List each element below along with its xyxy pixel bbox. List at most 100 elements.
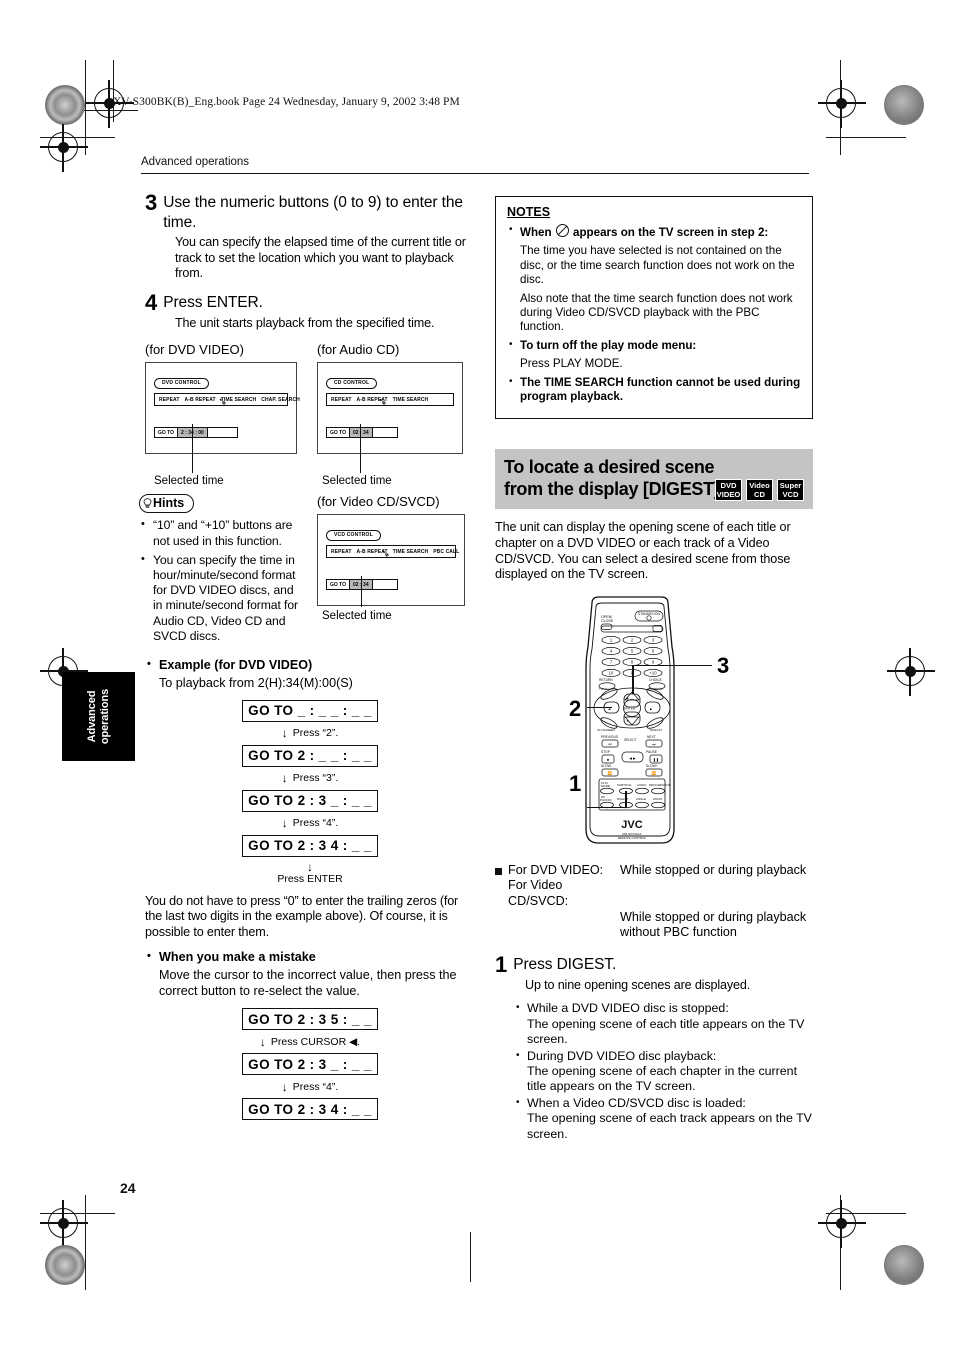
- vcd-leader-line: [361, 576, 363, 608]
- running-head: Advanced operations: [141, 156, 250, 168]
- callout-number-1: 1: [569, 770, 582, 796]
- hints-and-vcd-row: Hints “10” and “+10” buttons are not use…: [139, 494, 475, 664]
- crop-mark-bottom-center: [470, 1232, 472, 1282]
- dvd-menu-ab-repeat[interactable]: A-B REPEAT: [185, 397, 216, 403]
- notes-list: When appears on the TV screen in step 2:…: [507, 223, 801, 404]
- hints-list: “10” and “+10” buttons are not used in t…: [139, 517, 299, 644]
- cd-goto-label: GO TO: [327, 428, 351, 438]
- svg-text:MODE: MODE: [601, 784, 610, 788]
- svg-text:PAUSE: PAUSE: [646, 750, 658, 754]
- availability-desc-1: While stopped or during playback: [620, 862, 807, 877]
- note-3-lead: The TIME SEARCH function cannot be used …: [520, 375, 801, 404]
- cd-menu-repeat[interactable]: REPEAT: [331, 397, 352, 403]
- badge-dvd-line2: VIDEO: [716, 490, 741, 500]
- svg-text:■: ■: [607, 758, 609, 762]
- registration-color-blob-br: [884, 1245, 924, 1285]
- availability-row-2: For Video CD/SVCD:: [508, 878, 813, 909]
- svg-text:8: 8: [631, 659, 634, 664]
- step-4-body: The unit starts playback from the specif…: [175, 315, 435, 330]
- vcd-menu-time-search[interactable]: TIME SEARCH: [393, 549, 429, 555]
- cd-leader-line: [360, 424, 362, 474]
- example-subheading: To playback from 2(H):34(M):00(S): [159, 675, 353, 690]
- callout-line-1: [587, 806, 626, 809]
- cd-cursor-pointer-icon: ➶: [378, 396, 388, 409]
- example-action-4-row: ↓ Press ENTER: [145, 857, 475, 889]
- svg-text:◀ ▶: ◀ ▶: [629, 756, 637, 760]
- right-column: NOTES When appears on the TV screen in s…: [495, 196, 813, 1143]
- svg-text:▲: ▲: [626, 696, 629, 700]
- down-arrow-icon: ↓: [281, 771, 288, 786]
- step-1: 1 Press DIGEST.: [495, 953, 813, 975]
- cd-menu-time-search[interactable]: TIME SEARCH: [393, 397, 429, 403]
- hints-item-2: You can specify the time in hour/minute/…: [139, 552, 299, 644]
- tv-panel-dvd-screen: DVD CONTROL REPEAT A-B REPEAT TIME SEARCH C…: [145, 362, 300, 455]
- crop-mark-bottom-left-v: [85, 1195, 87, 1290]
- step-4-number: 4: [145, 289, 158, 315]
- step-4: 4 Press ENTER.: [145, 289, 475, 315]
- step-1-bullet-3: When a Video CD/SVCD disc is loaded: The…: [513, 1095, 813, 1142]
- vcd-menu-pbc-call[interactable]: PBC CALL: [433, 549, 459, 555]
- manual-page: XV-S300BK(B)_Eng.book Page 24 Wednesday,…: [0, 0, 954, 1351]
- example-action-3: Press “4”.: [292, 817, 339, 830]
- side-tab-label: Advanced operations: [85, 688, 111, 745]
- note-item-1: When appears on the TV screen in step 2:…: [507, 223, 801, 335]
- registration-color-blob-tl: [45, 85, 85, 125]
- cd-goto-row: GO TO 02 : 34: [326, 427, 398, 439]
- tv-panel-vcd-screen: VCD CONTROL REPEAT A-B REPEAT TIME SEARCH P…: [317, 514, 465, 607]
- down-arrow-icon: ↓: [281, 1079, 288, 1094]
- registration-target-bl: [40, 1200, 88, 1248]
- badge-video-cd: Video CD: [746, 479, 773, 502]
- notes-box: NOTES When appears on the TV screen in s…: [495, 196, 813, 420]
- dvd-selected-time-caption: Selected time: [154, 475, 224, 488]
- step-3-body: You can specify the elapsed time of the …: [175, 235, 466, 281]
- svg-text:+10: +10: [649, 670, 657, 675]
- mistake-body: Move the cursor to the incorrect value, …: [159, 967, 457, 998]
- dvd-goto-empty: [208, 428, 237, 437]
- svg-text:AUDIO: AUDIO: [637, 783, 647, 787]
- header-divider: [141, 173, 809, 175]
- svg-text:6: 6: [652, 648, 655, 653]
- panel-row-1: (for DVD VIDEO) DVD CONTROL REPEAT A-B RE…: [145, 342, 475, 487]
- side-tab-advanced-operations: Advanced operations: [62, 672, 135, 761]
- registration-target-mr: [887, 648, 935, 696]
- mistake-sequence: GO TO 2 : 3 5 : _ _ ↓ Press CURSOR ◀. GO…: [145, 1008, 475, 1121]
- svg-text:ANGLE: ANGLE: [636, 797, 646, 801]
- mistake-action-2: Press “4”.: [292, 1080, 339, 1093]
- svg-text:SLOW-: SLOW-: [601, 764, 612, 768]
- step-1-bullets: While a DVD VIDEO disc is stopped: The o…: [513, 1000, 813, 1142]
- section-intro: The unit can display the opening scene o…: [495, 520, 791, 582]
- vcd-goto-empty: [373, 580, 397, 589]
- trailing-zeros-note: You do not have to press “0” to enter th…: [145, 893, 459, 939]
- dvd-menu-repeat[interactable]: REPEAT: [159, 397, 180, 403]
- availability-term-1: For DVD VIDEO:: [508, 862, 604, 877]
- dvd-cursor-pointer-icon: ➶: [218, 396, 228, 409]
- example-display-1: GO TO _ : _ _ : _ _: [242, 699, 378, 722]
- svg-text:4: 4: [610, 648, 613, 653]
- mistake-display-1: GO TO 2 : 3 5 : _ _: [242, 1008, 378, 1031]
- tv-panel-vcd: (for Video CD/SVCD) VCD CONTROL REPEAT A-…: [317, 494, 465, 622]
- note-1-lead: When: [520, 226, 552, 239]
- mistake-action-1-row: ↓ Press CURSOR ◀.: [145, 1030, 475, 1053]
- step-3-number: 3: [145, 190, 158, 215]
- mistake-display-3: GO TO 2 : 3 4 : _ _: [242, 1098, 378, 1121]
- svg-text:ENTER: ENTER: [624, 706, 636, 710]
- badge-dvd-video: DVD VIDEO: [715, 479, 742, 502]
- step-3-title: Use the numeric buttons (0 to 9) to ente…: [163, 194, 463, 231]
- down-arrow-icon: ↓: [281, 816, 288, 831]
- callout-number-3: 3: [717, 652, 730, 678]
- example-block: Example (for DVD VIDEO) To playback from…: [145, 657, 475, 889]
- svg-text:ZOOM: ZOOM: [653, 797, 662, 801]
- dvd-goto-row: GO TO 2 : 34 : 00: [154, 427, 238, 439]
- vcd-menu-repeat[interactable]: REPEAT: [331, 549, 352, 555]
- svg-text:5: 5: [631, 648, 634, 653]
- example-action-4: Press ENTER: [277, 872, 343, 885]
- dvd-menu-chap-search[interactable]: CHAP. SEARCH: [261, 397, 300, 403]
- hints-badge-label: Hints: [153, 496, 185, 511]
- vcd-goto-label: GO TO: [327, 580, 351, 590]
- callout-line-3: [632, 664, 712, 667]
- note-1-para-2: Also note that the time search function …: [520, 291, 793, 334]
- svg-text:DIGEST: DIGEST: [617, 797, 628, 801]
- note-2-para-1: Press PLAY MODE.: [520, 357, 623, 371]
- step-1-body: Up to nine opening scenes are displayed.: [525, 977, 751, 992]
- example-display-2: GO TO 2 : _ _ : _ _: [242, 744, 378, 767]
